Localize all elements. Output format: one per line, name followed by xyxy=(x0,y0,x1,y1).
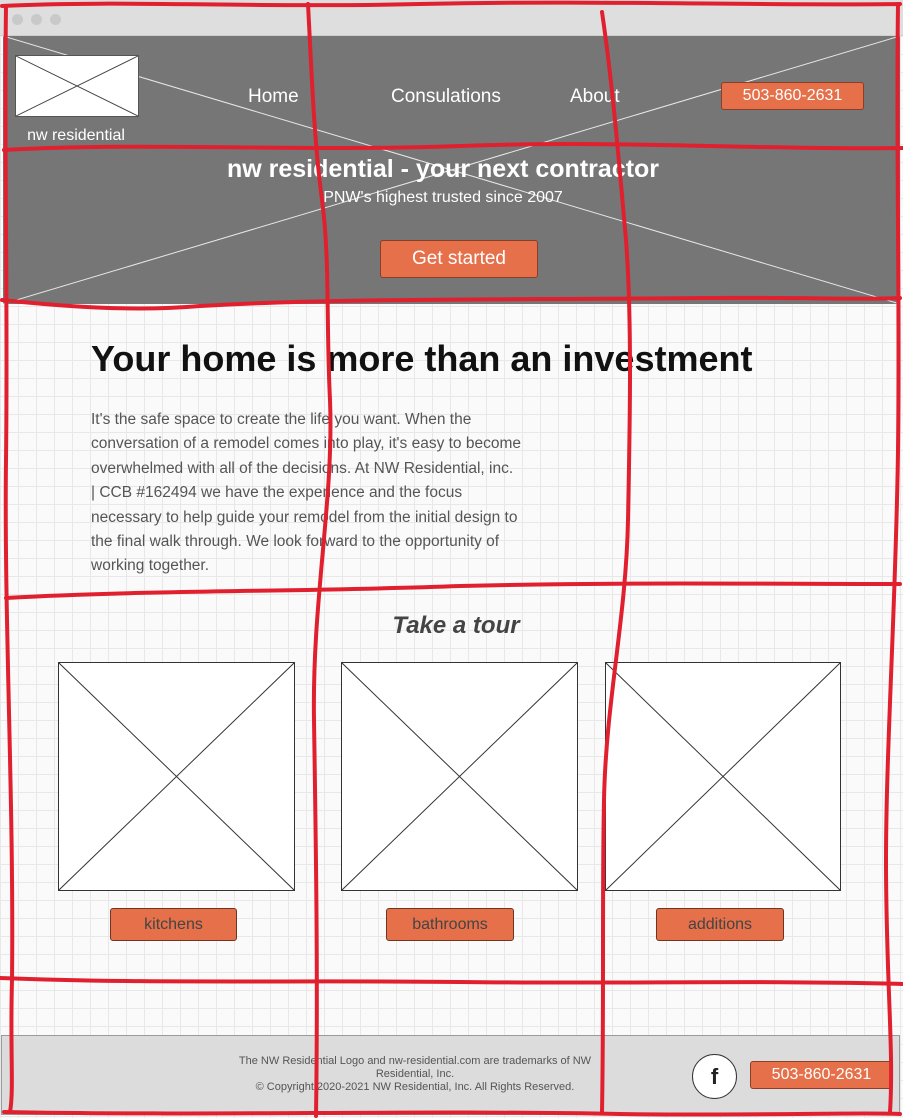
annotation-line xyxy=(0,976,903,986)
image-placeholder-icon xyxy=(342,663,577,890)
logo-image[interactable] xyxy=(15,55,139,117)
footer-trademark: The NW Residential Logo and nw-residenti… xyxy=(238,1055,592,1080)
image-placeholder-icon xyxy=(59,663,294,890)
nav-about[interactable]: About xyxy=(570,86,620,108)
browser-chrome xyxy=(0,0,903,36)
window-dot-icon[interactable] xyxy=(50,14,61,25)
image-placeholder-icon xyxy=(606,663,840,890)
bathrooms-button[interactable]: bathrooms xyxy=(386,908,514,941)
window-dot-icon[interactable] xyxy=(31,14,42,25)
footer-legal: The NW Residential Logo and nw-residenti… xyxy=(230,1055,600,1094)
get-started-button[interactable]: Get started xyxy=(380,240,538,278)
tour-image-bathrooms[interactable] xyxy=(341,662,578,891)
nav-consultations[interactable]: Consulations xyxy=(391,86,501,108)
section-headline: Your home is more than an investment xyxy=(91,338,753,379)
window-dot-icon[interactable] xyxy=(12,14,23,25)
facebook-icon[interactable]: f xyxy=(692,1054,737,1099)
annotation-line xyxy=(4,581,902,600)
logo-text[interactable]: nw residential xyxy=(8,127,144,145)
header-phone-button[interactable]: 503-860-2631 xyxy=(721,82,864,110)
hero-title: nw residential - your next contractor xyxy=(226,155,660,183)
tour-image-additions[interactable] xyxy=(605,662,841,891)
footer-phone-button[interactable]: 503-860-2631 xyxy=(750,1061,893,1089)
nav-home[interactable]: Home xyxy=(248,86,299,108)
tour-title: Take a tour xyxy=(392,612,520,639)
kitchens-button[interactable]: kitchens xyxy=(110,908,237,941)
tour-image-kitchens[interactable] xyxy=(58,662,295,891)
hero-subtitle: PNW's highest trusted since 2007 xyxy=(323,189,563,206)
intro-paragraph: It's the safe space to create the life y… xyxy=(91,411,521,575)
additions-button[interactable]: additions xyxy=(656,908,784,941)
logo-placeholder-icon xyxy=(16,56,138,116)
footer-copyright: © Copyright 2020-2021 NW Residential, In… xyxy=(255,1081,575,1093)
